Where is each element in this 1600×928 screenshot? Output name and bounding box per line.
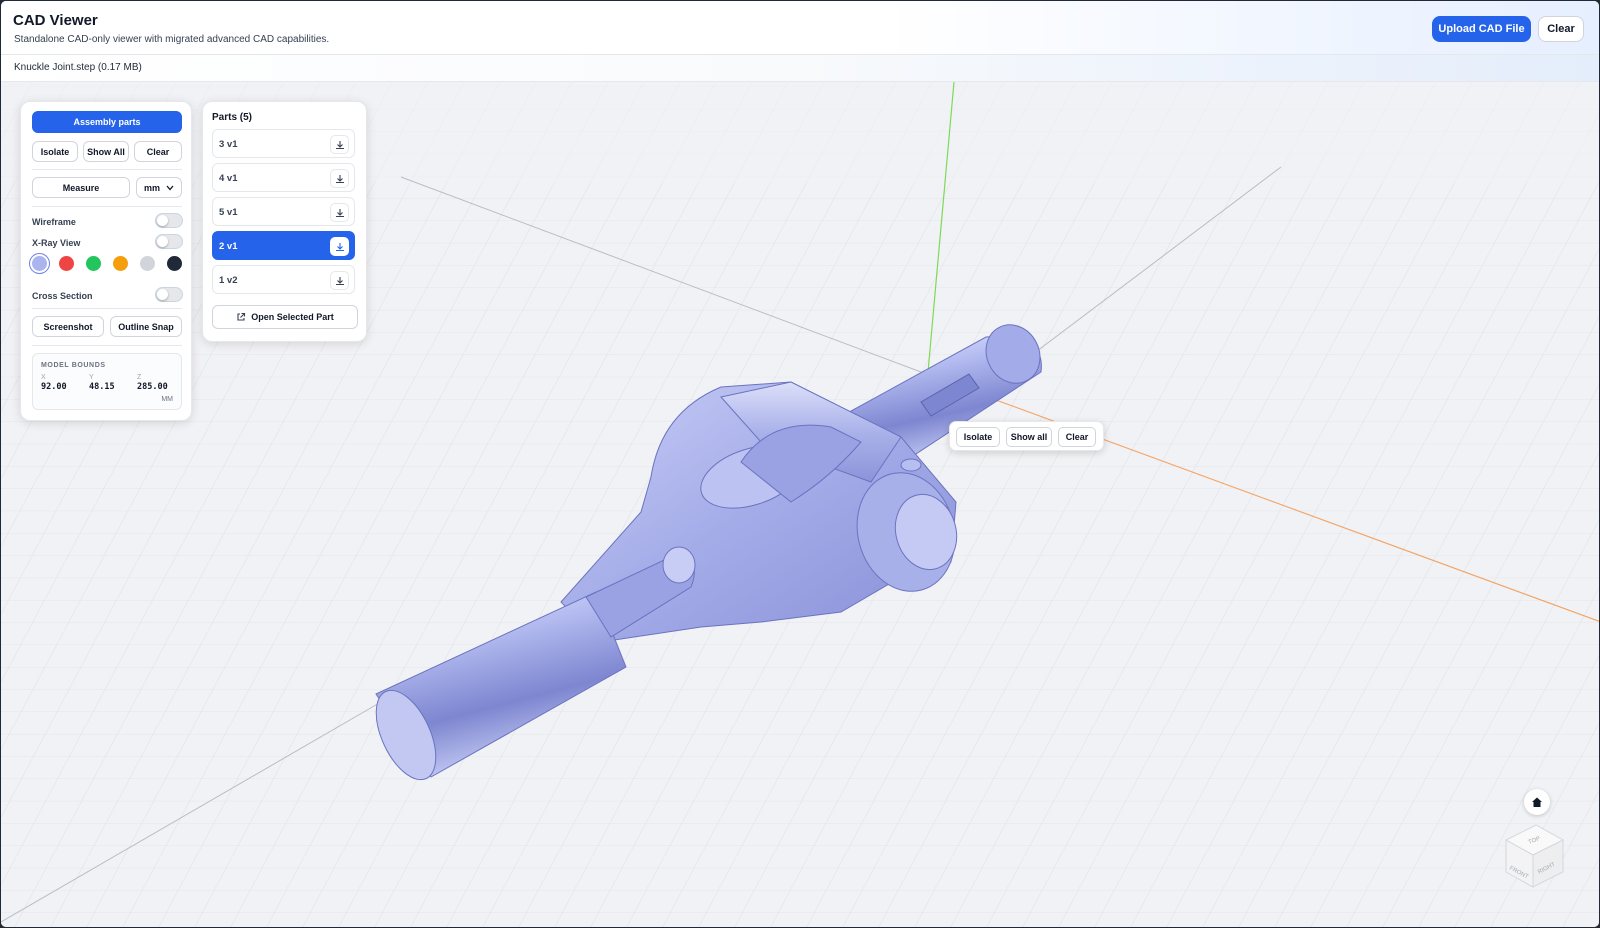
context-clear-button[interactable]: Clear (1058, 427, 1096, 447)
part-label: 5 v1 (219, 207, 238, 218)
upload-cad-button[interactable]: Upload CAD File (1432, 16, 1531, 42)
tools-panel: Assembly parts Isolate Show All Clear Me… (20, 101, 192, 421)
divider (32, 345, 182, 346)
model-bounds-title: MODEL BOUNDS (41, 362, 106, 369)
cross-section-label: Cross Section (32, 291, 93, 301)
part-item[interactable]: 3 v1 (212, 129, 355, 158)
open-selected-part-button[interactable]: Open Selected Part (212, 305, 358, 329)
measure-button[interactable]: Measure (32, 177, 130, 198)
part-label: 4 v1 (219, 173, 238, 184)
part-item[interactable]: 5 v1 (212, 197, 355, 226)
home-icon (1532, 797, 1542, 807)
wireframe-label: Wireframe (32, 217, 76, 227)
bounds-y-label: Y (89, 374, 94, 381)
download-icon[interactable] (330, 271, 349, 290)
part-item[interactable]: 4 v1 (212, 163, 355, 192)
parts-panel: Parts (5) 3 v1 4 v1 5 v1 2 v1 1 v2 Open … (202, 101, 367, 342)
cad-viewport[interactable]: TOP FRONT RIGHT Assembly parts Isolate S… (1, 82, 1599, 927)
clear-visibility-button[interactable]: Clear (134, 141, 182, 162)
download-icon[interactable] (330, 203, 349, 222)
divider (32, 206, 182, 207)
unit-value: mm (144, 182, 161, 193)
context-menu: Isolate Show all Clear (949, 421, 1104, 451)
divider (32, 308, 182, 309)
model-bounds: MODEL BOUNDS X 92.00 Y 48.15 Z 285.00 MM (32, 353, 182, 410)
open-selected-part-label: Open Selected Part (251, 312, 334, 322)
chevron-down-icon (166, 185, 174, 190)
color-swatch-green[interactable] (86, 256, 101, 271)
bounds-x-label: X (41, 374, 46, 381)
app-window: CAD Viewer Standalone CAD-only viewer wi… (0, 0, 1600, 928)
external-link-icon (237, 312, 246, 321)
color-swatch-dark[interactable] (167, 256, 182, 271)
page-title: CAD Viewer (13, 12, 98, 29)
parts-title: Parts (5) (212, 112, 253, 123)
bounds-unit: MM (161, 396, 173, 403)
app-header: CAD Viewer Standalone CAD-only viewer wi… (1, 1, 1599, 55)
part-label: 2 v1 (219, 241, 238, 252)
xray-toggle[interactable] (155, 234, 183, 249)
isolate-button[interactable]: Isolate (32, 141, 78, 162)
bounds-z-label: Z (137, 374, 142, 381)
page-subtitle: Standalone CAD-only viewer with migrated… (14, 34, 330, 45)
outline-snap-button[interactable]: Outline Snap (110, 316, 182, 337)
part-item-selected[interactable]: 2 v1 (212, 231, 355, 260)
bounds-y-value: 48.15 (89, 382, 115, 392)
clear-button[interactable]: Clear (1538, 16, 1584, 42)
download-icon[interactable] (330, 135, 349, 154)
download-icon[interactable] (330, 237, 349, 256)
bounds-x-value: 92.00 (41, 382, 67, 392)
color-swatch-gray[interactable] (140, 256, 155, 271)
file-info-bar: Knuckle Joint.step (0.17 MB) (1, 55, 1599, 82)
show-all-button[interactable]: Show All (83, 141, 129, 162)
screenshot-button[interactable]: Screenshot (32, 316, 104, 337)
download-icon[interactable] (330, 169, 349, 188)
home-view-button[interactable] (1524, 789, 1550, 815)
assembly-parts-button[interactable]: Assembly parts (32, 111, 182, 133)
bounds-z-value: 285.00 (137, 382, 168, 392)
part-item[interactable]: 1 v2 (212, 265, 355, 294)
unit-select[interactable]: mm (136, 177, 182, 198)
part-label: 3 v1 (219, 139, 238, 150)
cross-section-toggle[interactable] (155, 287, 183, 302)
context-show-all-button[interactable]: Show all (1006, 427, 1052, 447)
xray-label: X-Ray View (32, 238, 81, 248)
divider (32, 169, 182, 170)
context-isolate-button[interactable]: Isolate (956, 427, 1000, 447)
wireframe-toggle[interactable] (155, 213, 183, 228)
color-swatch-orange[interactable] (113, 256, 128, 271)
part-label: 1 v2 (219, 275, 238, 286)
color-swatch-red[interactable] (59, 256, 74, 271)
color-swatch-lavender[interactable] (32, 256, 47, 271)
file-name: Knuckle Joint.step (0.17 MB) (14, 62, 142, 73)
